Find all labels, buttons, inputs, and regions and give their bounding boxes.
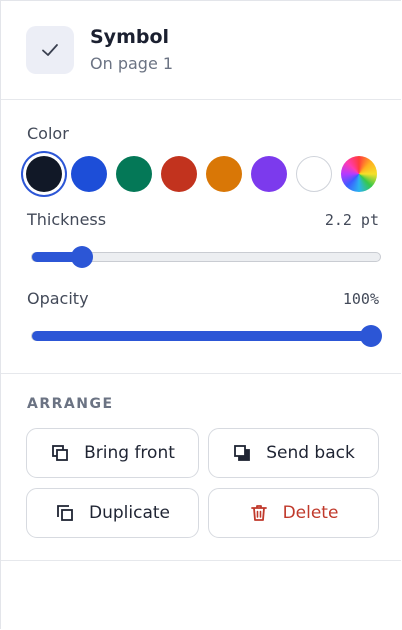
selection-subtitle: On page 1 — [90, 54, 174, 73]
thickness-slider-thumb[interactable] — [71, 246, 94, 268]
color-swatch-black[interactable] — [26, 156, 62, 192]
opacity-slider-fill — [32, 331, 371, 341]
thickness-label: Thickness — [27, 210, 107, 229]
duplicate-button[interactable]: Duplicate — [26, 488, 199, 538]
selection-title: Symbol — [90, 26, 170, 48]
properties-panel: Symbol On page 1 Color Thickness 2.2 pt … — [0, 0, 401, 629]
bring-front-label: Bring front — [84, 443, 175, 463]
checkmark-icon — [42, 44, 58, 56]
opacity-slider[interactable] — [31, 325, 382, 347]
color-swatch-orange[interactable] — [206, 156, 242, 192]
color-swatch-white[interactable] — [296, 156, 332, 192]
trash-icon — [250, 505, 267, 521]
style-section: Color Thickness 2.2 pt Opacity 100% — [1, 100, 401, 374]
opacity-slider-thumb[interactable] — [360, 325, 382, 347]
arrange-section: ARRANGE Bring front Send back Duplicate — [1, 374, 401, 561]
send-back-label: Send back — [266, 443, 355, 463]
bring-front-icon — [52, 445, 68, 461]
delete-label: Delete — [282, 503, 339, 523]
delete-button[interactable]: Delete — [208, 488, 379, 538]
color-swatch-custom-rainbow[interactable] — [341, 156, 377, 192]
bring-front-button[interactable]: Bring front — [26, 428, 199, 478]
color-swatch-red[interactable] — [161, 156, 197, 192]
selection-header: Symbol On page 1 — [1, 1, 401, 100]
arrange-title: ARRANGE — [27, 396, 114, 412]
duplicate-label: Duplicate — [89, 503, 170, 523]
color-swatch-green[interactable] — [116, 156, 152, 192]
color-label: Color — [27, 124, 69, 143]
send-back-icon — [234, 445, 251, 461]
color-swatch-purple[interactable] — [251, 156, 287, 192]
send-back-button[interactable]: Send back — [208, 428, 379, 478]
opacity-value: 100% — [342, 290, 379, 308]
duplicate-icon — [57, 505, 73, 521]
color-swatch-blue[interactable] — [71, 156, 107, 192]
symbol-badge — [26, 26, 74, 74]
opacity-label: Opacity — [27, 289, 89, 308]
thickness-value: 2.2 pt — [324, 211, 379, 229]
thickness-slider[interactable] — [31, 246, 381, 268]
